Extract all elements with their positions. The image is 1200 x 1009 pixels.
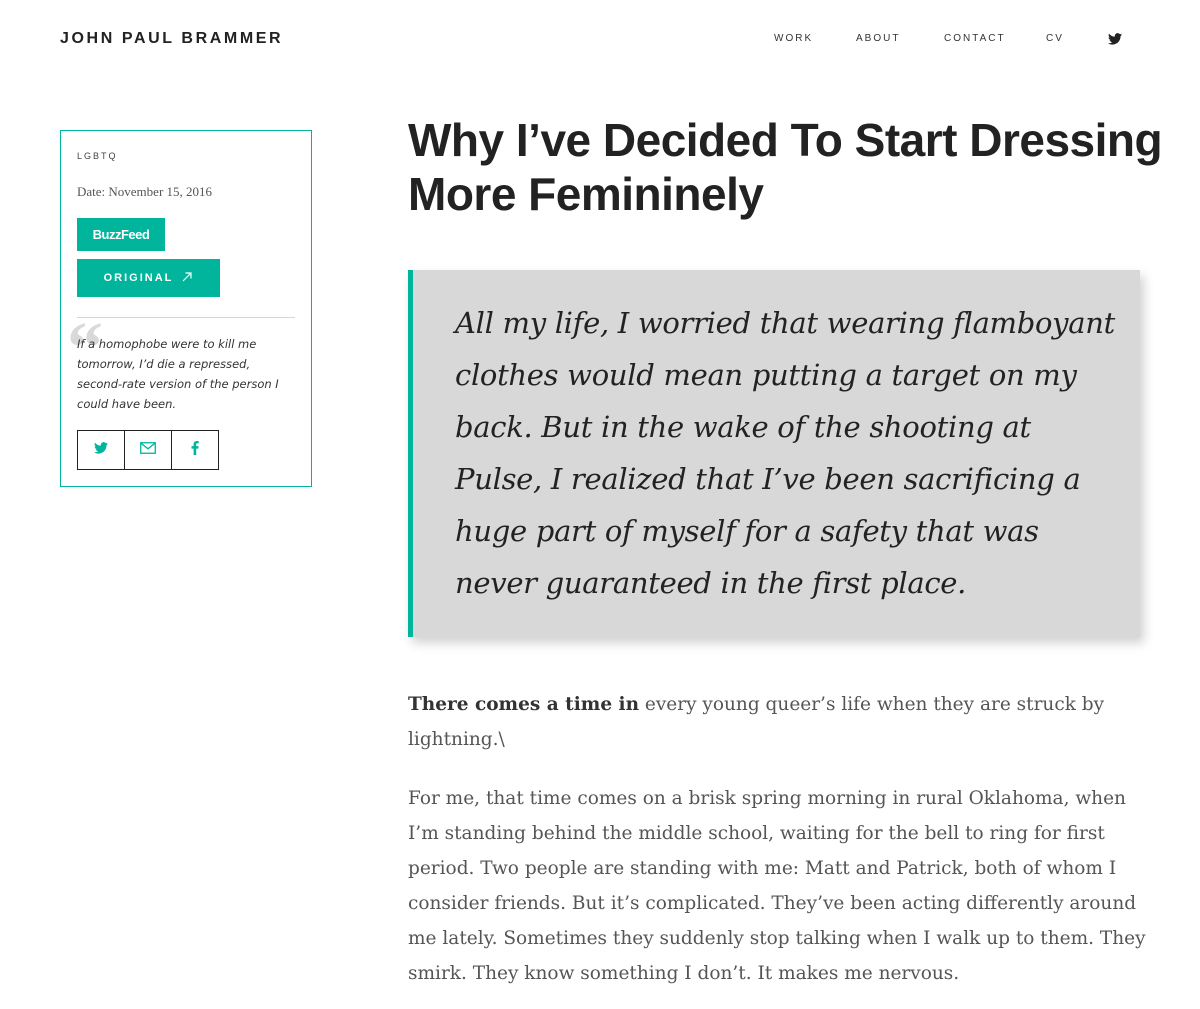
twitter-icon: [94, 441, 108, 459]
share-buttons: [77, 430, 219, 470]
main-nav: WORK ABOUT CONTACT CV: [0, 33, 1200, 49]
external-link-icon: [181, 271, 193, 286]
card-divider: [77, 317, 295, 318]
original-button-label: ORIGINAL: [103, 272, 174, 284]
share-email-button[interactable]: [124, 430, 172, 470]
original-link-button[interactable]: ORIGINAL: [77, 259, 220, 297]
email-icon: [140, 441, 156, 459]
nav-contact[interactable]: CONTACT: [944, 33, 1006, 44]
nav-about[interactable]: ABOUT: [856, 33, 900, 44]
nav-work[interactable]: WORK: [774, 33, 813, 44]
twitter-icon[interactable]: [1108, 32, 1124, 46]
nav-cv[interactable]: CV: [1046, 33, 1064, 44]
pull-quote-excerpt: If a homophobe were to kill me tomorrow,…: [77, 337, 279, 411]
publication-button[interactable]: BuzzFeed: [77, 218, 165, 251]
share-twitter-button[interactable]: [77, 430, 125, 470]
category-label[interactable]: LGBTQ: [77, 151, 118, 161]
article-meta-card: LGBTQ Date: November 15, 2016 BuzzFeed O…: [60, 130, 312, 487]
pullquote-text: All my life, I worried that wearing flam…: [455, 306, 1115, 600]
article-title: Why I’ve Decided To Start Dressing More …: [408, 114, 1163, 220]
article-paragraph-2: For me, that time comes on a brisk sprin…: [408, 788, 1146, 984]
article-paragraph-1: There comes a time in every young queer’…: [408, 687, 1148, 757]
publish-date: Date: November 15, 2016: [77, 184, 213, 199]
facebook-icon: [191, 440, 199, 460]
share-facebook-button[interactable]: [171, 430, 219, 470]
paragraph-lead-in: There comes a time in: [408, 694, 640, 715]
pullquote-block: All my life, I worried that wearing flam…: [408, 270, 1140, 637]
